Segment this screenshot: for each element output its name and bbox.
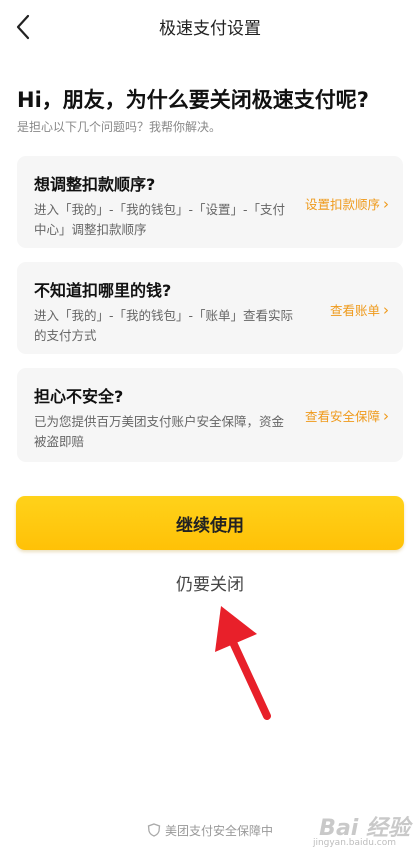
chevron-right-icon: › xyxy=(383,195,389,213)
card-payment-source: 不知道扣哪里的钱? 进入「我的」-「我的钱包」-「账单」查看实际的支付方式 查看… xyxy=(17,262,403,354)
watermark-url: jingyan.baidu.com xyxy=(312,838,396,848)
card-description: 已为您提供百万美团支付账户安全保障，资金被盗即赔 xyxy=(34,414,285,449)
headline: Hi，朋友，为什么要关闭极速支付呢? xyxy=(17,88,369,112)
subline: 是担心以下几个问题吗？我帮你解决。 xyxy=(17,120,222,134)
link-label: 设置扣款顺序 xyxy=(304,197,380,212)
chevron-right-icon: › xyxy=(383,407,389,425)
chevron-right-icon: › xyxy=(383,301,389,319)
card-title: 不知道扣哪里的钱? xyxy=(34,281,172,300)
footer-text: 美团支付安全保障中 xyxy=(164,824,273,838)
set-deduction-order-link[interactable]: 设置扣款顺序 › xyxy=(305,194,389,213)
shield-icon xyxy=(147,823,161,837)
card-description: 进入「我的」-「我的钱包」-「设置」-「支付中心」调整扣款顺序 xyxy=(34,202,286,237)
card-deduction-order: 想调整扣款顺序? 进入「我的」-「我的钱包」-「设置」-「支付中心」调整扣款顺序… xyxy=(17,156,403,248)
link-label: 查看账单 xyxy=(329,303,380,318)
nav-bar: 极速支付设置 xyxy=(0,0,420,56)
link-label: 查看安全保障 xyxy=(304,409,380,424)
page-title: 极速支付设置 xyxy=(159,19,261,39)
close-anyway-button[interactable]: 仍要关闭 xyxy=(0,570,420,595)
card-title: 担心不安全? xyxy=(34,387,124,406)
view-bill-link[interactable]: 查看账单 › xyxy=(330,300,389,319)
card-security: 担心不安全? 已为您提供百万美团支付账户安全保障，资金被盗即赔 查看安全保障 › xyxy=(17,368,403,462)
baidu-watermark: Bai 经验 jingyan.baidu.com xyxy=(300,804,410,854)
view-security-link[interactable]: 查看安全保障 › xyxy=(305,406,389,425)
card-description: 进入「我的」-「我的钱包」-「账单」查看实际的支付方式 xyxy=(34,308,294,343)
card-title: 想调整扣款顺序? xyxy=(34,175,156,194)
continue-button[interactable]: 继续使用 xyxy=(16,496,404,550)
red-arrow-annotation-icon xyxy=(215,606,271,720)
